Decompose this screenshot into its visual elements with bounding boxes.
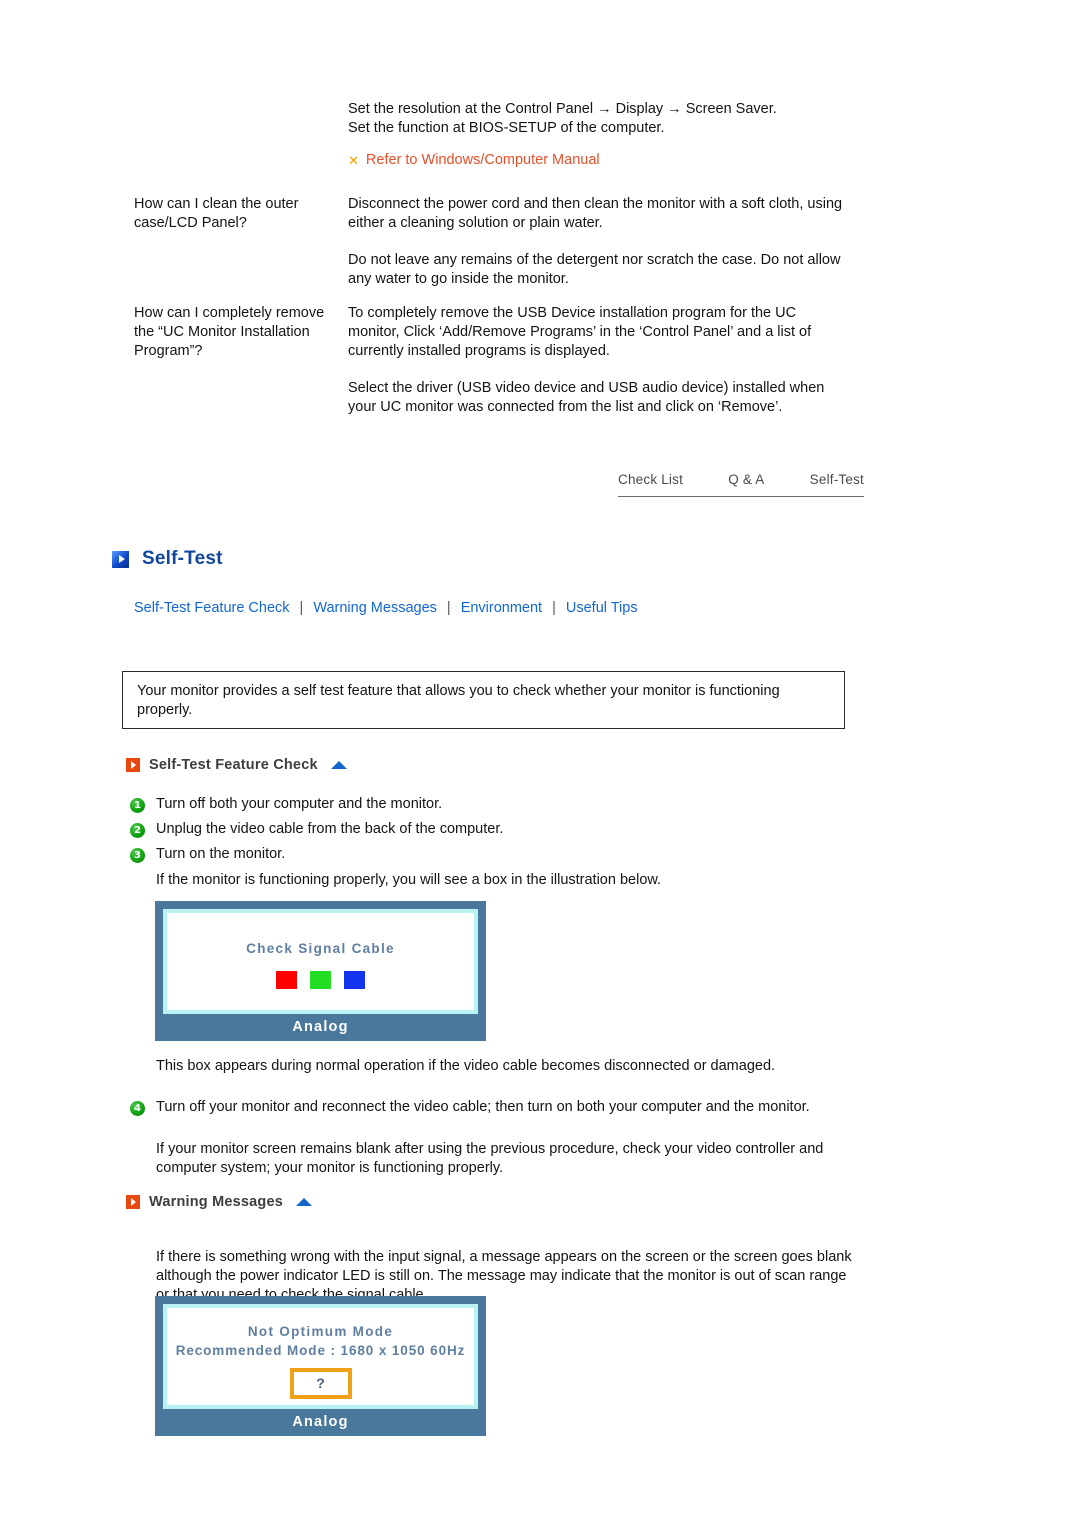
scroll-to-top-triangle-icon[interactable] (330, 761, 347, 769)
tab-check-list[interactable]: Check List (618, 472, 683, 487)
faq-answer-2-para-2: Select the driver (USB video device and … (348, 380, 825, 415)
monitor-analog-label: Analog (292, 1019, 349, 1035)
section-link-row: Self-Test Feature Check | Warning Messag… (134, 600, 638, 616)
green-swatch (310, 971, 331, 989)
list-item: 1 Turn off both your computer and the mo… (130, 795, 856, 814)
step-number-badge: 3 (130, 848, 145, 863)
monitor-bezel: Check Signal Cable (163, 909, 478, 1014)
closing-note: If your monitor screen remains blank aft… (156, 1141, 824, 1176)
step-text: Turn off both your computer and the moni… (156, 796, 443, 812)
subsection-self-test-feature-check-title: Self-Test Feature Check (149, 757, 318, 773)
subsection-warning-messages-title: Warning Messages (149, 1194, 284, 1210)
list-item: 3 Turn on the monitor. (130, 845, 856, 864)
faq-question-2: How can I completely remove the “UC Moni… (134, 305, 325, 359)
step-text: Turn off your monitor and reconnect the … (156, 1099, 810, 1115)
faq-answer-2-para-1: To completely remove the USB Device inst… (348, 305, 812, 359)
image-caption: This box appears during normal operation… (156, 1058, 776, 1074)
step-text: Turn on the monitor. (156, 846, 286, 862)
intro-callout-box: Your monitor provides a self test featur… (122, 671, 845, 729)
link-environment[interactable]: Environment (461, 600, 542, 616)
list-item: 4 Turn off your monitor and reconnect th… (130, 1098, 836, 1117)
osd-not-optimum-mode-text: Not Optimum Mode (247, 1324, 394, 1339)
faq-intro-line-2: Set the function at BIOS-SETUP of the co… (348, 120, 665, 136)
asterisk-mark-icon: ✕ (348, 152, 359, 168)
link-separator-3: | (552, 600, 556, 616)
scroll-to-top-triangle-icon[interactable] (296, 1198, 313, 1206)
blue-play-square-icon (112, 550, 129, 568)
step-text: Unplug the video cable from the back of … (156, 821, 504, 837)
osd-check-signal-cable-text: Check Signal Cable (246, 941, 395, 956)
red-swatch (276, 971, 297, 989)
link-separator-2: | (446, 600, 451, 616)
rgb-swatch-row (167, 971, 474, 989)
link-self-test-feature-check[interactable]: Self-Test Feature Check (134, 600, 290, 616)
steps-note: If the monitor is functioning properly, … (156, 872, 662, 888)
faq-answer-1-para-2: Do not leave any remains of the detergen… (348, 252, 841, 287)
monitor-illustration-not-optimum: Not Optimum Mode Recommended Mode : 1680… (155, 1296, 486, 1436)
orange-play-square-icon (126, 1195, 140, 1209)
link-warning-messages[interactable]: Warning Messages (313, 600, 437, 616)
subsection-warning-messages: Warning Messages (126, 1194, 313, 1210)
faq-intro-line-1: Set the resolution at the Control Panel … (348, 101, 777, 117)
faq-answer-2: To completely remove the USB Device inst… (348, 304, 848, 417)
manual-page: Set the resolution at the Control Panel … (0, 0, 1080, 1528)
subsection-self-test-feature-check: Self-Test Feature Check (126, 757, 347, 773)
tab-q-and-a[interactable]: Q & A (728, 472, 764, 487)
osd-question-mark-box: ? (289, 1368, 352, 1399)
osd-recommended-mode-text: Recommended Mode : 1680 x 1050 60Hz (175, 1343, 466, 1358)
step-number-badge: 1 (130, 798, 145, 813)
faq-question-1: How can I clean the outer case/LCD Panel… (134, 196, 299, 231)
page-title: Self-Test (112, 548, 223, 570)
intro-callout-text: Your monitor provides a self test featur… (137, 683, 780, 718)
faq-answer-1-para-1: Disconnect the power cord and then clean… (348, 196, 843, 231)
link-useful-tips[interactable]: Useful Tips (566, 600, 638, 616)
monitor-screen: Check Signal Cable (167, 913, 474, 1010)
refer-manual-note: ✕ Refer to Windows/Computer Manual (348, 152, 600, 168)
link-separator-1: | (299, 600, 304, 616)
list-item: 2 Unplug the video cable from the back o… (130, 820, 856, 839)
blue-swatch (344, 971, 365, 989)
monitor-illustration-check-signal: Check Signal Cable Analog (155, 901, 486, 1041)
step-number-badge: 2 (130, 823, 145, 838)
monitor-analog-label: Analog (292, 1414, 349, 1430)
monitor-screen: Not Optimum Mode Recommended Mode : 1680… (167, 1308, 474, 1405)
orange-play-square-icon (126, 758, 140, 772)
page-title-text: Self-Test (142, 548, 223, 569)
section-tab-nav: Check List Q & A Self-Test (618, 472, 864, 497)
refer-manual-text: Refer to Windows/Computer Manual (365, 152, 600, 168)
tab-self-test[interactable]: Self-Test (810, 472, 864, 487)
faq-answer-1: Disconnect the power cord and then clean… (348, 195, 848, 289)
faq-intro-lines: Set the resolution at the Control Panel … (348, 100, 848, 138)
monitor-bezel: Not Optimum Mode Recommended Mode : 1680… (163, 1304, 478, 1409)
step-number-badge: 4 (130, 1101, 145, 1116)
